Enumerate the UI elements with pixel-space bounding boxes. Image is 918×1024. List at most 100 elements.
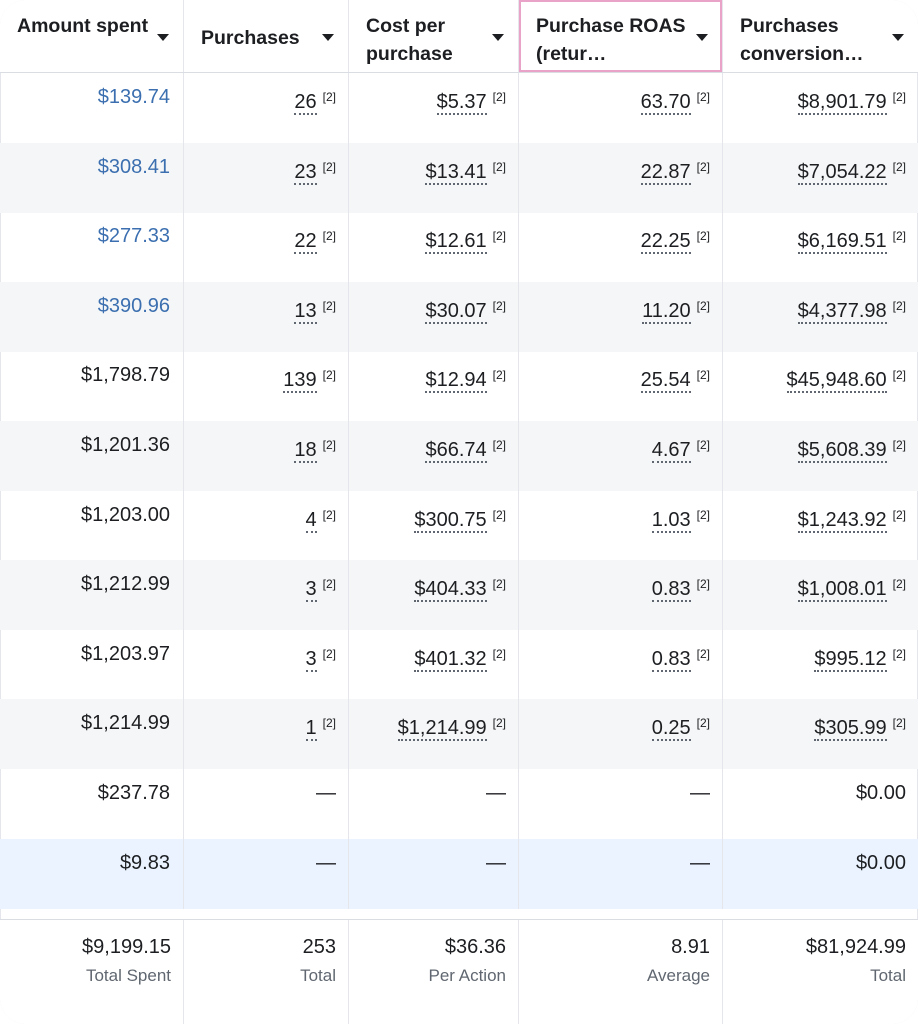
footnote-marker: [2] [892, 229, 906, 244]
sort-caret-icon[interactable] [892, 34, 904, 41]
table-row[interactable]: $1,203.97 3 [2] $401.32 [2] 0.83 [2] $995.12 [2] [0, 629, 918, 700]
cell-conversion-value: $1,243.92 [2] [723, 491, 918, 561]
table-row[interactable]: $1,798.79 139 [2] $12.94 [2] 25.54 [2] $45,948.… [0, 351, 918, 422]
column-header-purchases-conversion-value[interactable]: Purchases conversion… [723, 0, 918, 72]
metric-value[interactable]: $5.37 [436, 91, 487, 115]
metric-value[interactable]: 4.67 [651, 439, 691, 463]
total-label: Per Action [428, 966, 507, 985]
cell-purchase-roas: 1.03 [2] [519, 490, 723, 561]
table-row[interactable]: $1,214.99 1 [2] $1,214.99 [2] 0.25 [2] $305.99 [… [0, 699, 918, 770]
column-header-cost-per-purchase[interactable]: Cost per purchase [349, 0, 519, 72]
metric-value[interactable]: $4,377.98 [797, 299, 887, 324]
table-row[interactable]: $308.41 23 [2] $13.41 [2] 22.87 [2] $7,054.22 [2… [0, 142, 918, 213]
table-row[interactable]: $1,212.99 3 [2] $404.33 [2] 0.83 [2] $1,008.01 [… [0, 560, 918, 631]
footnote-marker: [2] [696, 507, 710, 522]
sort-caret-icon[interactable] [492, 34, 504, 41]
column-header-label: Purchase ROAS (retur… [536, 15, 686, 65]
metric-value[interactable]: $404.33 [414, 578, 487, 603]
metric-value[interactable]: 0.83 [651, 578, 691, 603]
amount-link[interactable]: $390.96 [98, 295, 170, 317]
metric-value: $0.00 [855, 782, 906, 804]
metric-value[interactable]: $12.61 [425, 230, 487, 255]
table-row[interactable]: $1,203.00 4 [2] $300.75 [2] 1.03 [2] $1,243.92 [… [0, 490, 918, 561]
metric-value[interactable]: 25.54 [640, 369, 691, 394]
metric-value[interactable]: 0.25 [651, 717, 691, 742]
column-header-label: Amount spent [17, 15, 149, 37]
total-label: Total Spent [85, 966, 171, 985]
total-conversion-value: $81,924.99 Total [723, 920, 918, 1024]
ads-report-table: Amount spent Purchases Cost per purchase… [0, 0, 918, 1024]
cell-purchase-roas: — [519, 838, 723, 909]
table-row[interactable]: $139.74 26 [2] $5.37 [2] 63.70 [2] $8,901.79 [2] [0, 73, 918, 143]
metric-value[interactable]: $995.12 [814, 647, 887, 672]
empty-dash: — [690, 851, 710, 874]
metric-value[interactable]: 63.70 [640, 91, 691, 115]
amount-link[interactable]: $308.41 [98, 156, 170, 178]
column-header-purchase-roas[interactable]: Purchase ROAS (retur… [519, 0, 723, 72]
table-row[interactable]: $277.33 22 [2] $12.61 [2] 22.25 [2] $6,169.51 [2… [0, 212, 918, 283]
sort-caret-icon[interactable] [157, 34, 169, 41]
table-footer-totals: $9,199.15 Total Spent 253 Total $36.36 P… [0, 919, 918, 1024]
table-header: Amount spent Purchases Cost per purchase… [0, 0, 918, 73]
cell-conversion-value: $0.00 [723, 769, 918, 839]
metric-value[interactable]: $300.75 [414, 508, 487, 533]
sort-caret-icon[interactable] [696, 34, 708, 41]
metric-value[interactable]: $5,608.39 [797, 439, 887, 463]
metric-value[interactable]: $6,169.51 [797, 230, 887, 255]
metric-value[interactable]: 4 [305, 508, 317, 533]
sort-caret-icon[interactable] [322, 34, 334, 41]
table-row[interactable]: $390.96 13 [2] $30.07 [2] 11.20 [2] $4,377.98 [2… [0, 281, 918, 352]
cell-amount-spent: $237.78 [0, 769, 184, 839]
footnote-marker: [2] [696, 646, 710, 661]
metric-value[interactable]: 3 [305, 647, 317, 672]
column-header-purchases[interactable]: Purchases [184, 0, 349, 72]
cell-cost-per-purchase: $300.75 [2] [349, 490, 519, 561]
metric-value[interactable]: 22.25 [640, 230, 691, 255]
footnote-marker: [2] [892, 368, 906, 383]
table-row[interactable]: $1,201.36 18 [2] $66.74 [2] 4.67 [2] $5,608.39 [… [0, 421, 918, 491]
metric-value[interactable]: $8,901.79 [797, 91, 887, 115]
footnote-marker: [2] [696, 438, 710, 452]
footnote-marker: [2] [696, 368, 710, 383]
metric-value[interactable]: $30.07 [425, 299, 487, 324]
table-row[interactable]: $237.78 — — — $0.00 [0, 769, 918, 839]
footnote-marker: [2] [322, 229, 336, 244]
metric-value[interactable]: 1.03 [651, 508, 691, 533]
column-header-label: Cost per purchase [366, 15, 453, 65]
metric-value[interactable]: $305.99 [814, 717, 887, 742]
cell-purchases: 23 [2] [184, 142, 349, 213]
metric-value[interactable]: 1 [305, 717, 317, 742]
metric-value[interactable]: $1,243.92 [797, 508, 887, 533]
metric-value[interactable]: 22 [294, 230, 317, 255]
total-cost-per-purchase: $36.36 Per Action [349, 920, 519, 1024]
metric-value[interactable]: $12.94 [425, 369, 487, 394]
metric-value[interactable]: 18 [294, 439, 317, 463]
cell-purchases: 22 [2] [184, 212, 349, 283]
footnote-marker: [2] [492, 507, 506, 522]
metric-value[interactable]: 13 [294, 299, 317, 324]
metric-value[interactable]: 22.87 [640, 160, 691, 185]
metric-value[interactable]: 3 [305, 578, 317, 603]
metric-value[interactable]: $1,008.01 [797, 578, 887, 603]
table-row[interactable]: $9.83 — — — $0.00 [0, 838, 918, 909]
cell-amount-spent: $1,214.99 [0, 699, 184, 770]
metric-value[interactable]: 0.83 [651, 647, 691, 672]
metric-value[interactable]: $66.74 [425, 439, 487, 463]
metric-value[interactable]: $1,214.99 [397, 717, 487, 742]
metric-value[interactable]: 11.20 [642, 299, 691, 324]
metric-value[interactable]: $45,948.60 [786, 369, 887, 394]
metric-value[interactable]: 26 [294, 91, 317, 115]
metric-value[interactable]: $13.41 [425, 160, 487, 185]
metric-value[interactable]: $7,054.22 [797, 160, 887, 185]
amount-link[interactable]: $277.33 [98, 225, 170, 247]
footnote-marker: [2] [696, 577, 710, 592]
footnote-marker: [2] [492, 438, 506, 452]
metric-value[interactable]: $401.32 [414, 647, 487, 672]
footnote-marker: [2] [696, 90, 710, 104]
amount-link[interactable]: $139.74 [98, 86, 170, 108]
empty-dash: — [486, 782, 506, 804]
amount-value: $9.83 [119, 851, 170, 874]
column-header-amount-spent[interactable]: Amount spent [0, 0, 184, 72]
metric-value[interactable]: 139 [283, 369, 317, 394]
metric-value[interactable]: 23 [294, 160, 317, 185]
